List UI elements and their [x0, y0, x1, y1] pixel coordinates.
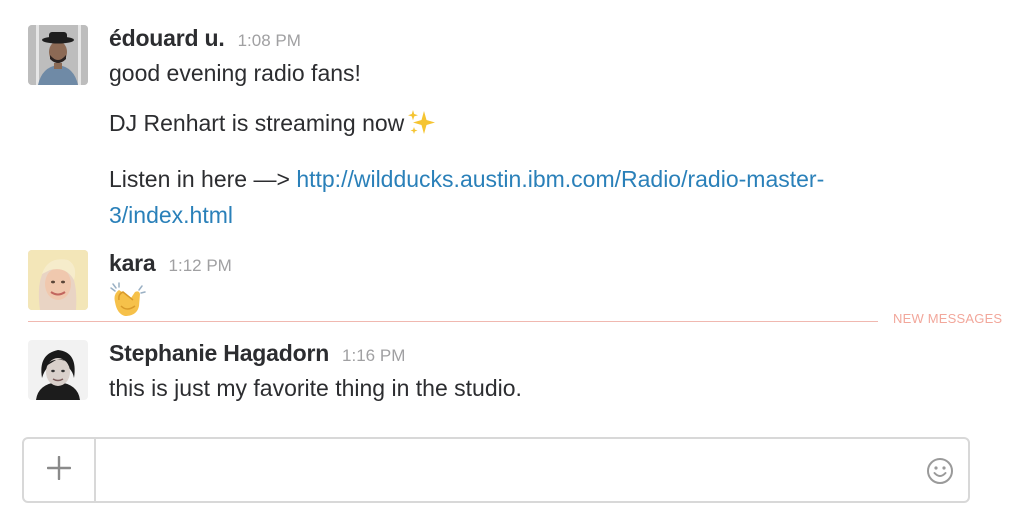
message-body: kara 1:12 PM	[109, 250, 990, 323]
message-text: DJ Renhart is streaming now	[109, 105, 990, 147]
message-text: Listen in here —> http://wildducks.austi…	[109, 161, 990, 233]
add-attachment-button[interactable]	[24, 439, 96, 501]
message-input[interactable]	[98, 439, 914, 503]
message-link-continued[interactable]: 3/index.html	[109, 202, 233, 228]
timestamp[interactable]: 1:12 PM	[169, 256, 232, 276]
new-messages-label: NEW MESSAGES	[893, 311, 1003, 326]
message-text: this is just my favorite thing in the st…	[109, 375, 522, 401]
message-text: good evening radio fans!	[109, 60, 361, 86]
message-link[interactable]: http://wildducks.austin.ibm.com/Radio/ra…	[296, 166, 824, 192]
smiley-icon[interactable]	[926, 457, 954, 485]
timestamp[interactable]: 1:08 PM	[238, 31, 301, 51]
message-body: Stephanie Hagadorn 1:16 PM this is just …	[109, 340, 990, 406]
message-composer	[22, 437, 970, 503]
sender-name[interactable]: édouard u.	[109, 25, 225, 52]
message-body: édouard u. 1:08 PM good evening radio fa…	[109, 25, 990, 233]
message-item: Stephanie Hagadorn 1:16 PM this is just …	[28, 340, 990, 402]
avatar[interactable]	[28, 340, 88, 400]
new-messages-divider	[28, 321, 878, 322]
avatar[interactable]	[28, 250, 88, 310]
plus-icon	[46, 455, 72, 485]
sender-name[interactable]: kara	[109, 250, 156, 277]
avatar[interactable]	[28, 25, 88, 85]
link-prefix: Listen in here —>	[109, 166, 297, 192]
message-text-content: DJ Renhart is streaming now	[109, 110, 405, 136]
timestamp[interactable]: 1:16 PM	[342, 346, 405, 366]
clapping-hands-icon	[109, 282, 147, 323]
message-pane: édouard u. 1:08 PM good evening radio fa…	[0, 0, 1010, 524]
sparkles-icon	[406, 107, 438, 147]
message-item: kara 1:12 PM	[28, 250, 990, 316]
sender-name[interactable]: Stephanie Hagadorn	[109, 340, 329, 367]
message-item: édouard u. 1:08 PM good evening radio fa…	[28, 25, 990, 228]
